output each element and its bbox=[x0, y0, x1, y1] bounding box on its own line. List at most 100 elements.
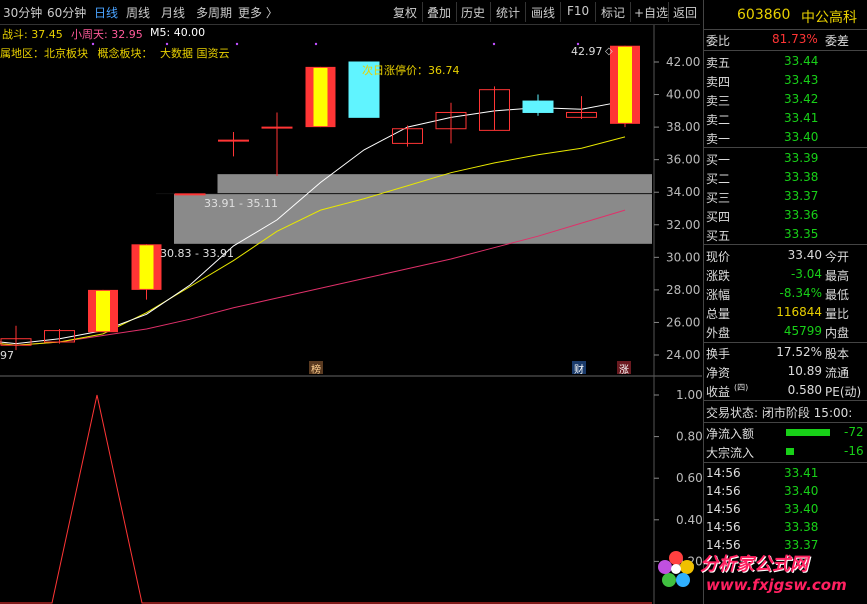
lower-tick-label: 0.40 bbox=[676, 513, 702, 527]
candle-body-inner bbox=[313, 67, 328, 127]
marker-bang-badge[interactable]: 榜 bbox=[309, 361, 323, 376]
stat2-label2: 流通 bbox=[825, 366, 850, 380]
stat-value: -3.04 bbox=[790, 267, 822, 281]
flow-value: -72 bbox=[844, 425, 864, 439]
toolbar-divider bbox=[668, 2, 669, 22]
tab-30min[interactable]: 30分钟 bbox=[3, 4, 42, 21]
toolbar-divider bbox=[490, 2, 491, 22]
divider bbox=[704, 244, 867, 245]
y-tick-label: 32.00 bbox=[666, 218, 700, 232]
flow-bar bbox=[786, 429, 830, 436]
left-edge-value: 97 bbox=[0, 349, 14, 362]
ask-label: 卖四 bbox=[706, 75, 731, 89]
ask-label: 卖五 bbox=[706, 56, 731, 70]
weibi-row: 委比 81.73% 委差 bbox=[704, 31, 867, 50]
bid-price: 33.36 bbox=[784, 208, 819, 222]
kline-chart[interactable]: 24.00 26.00 28.00 30.00 32.00 34.00 36.00 38.00… bbox=[0, 25, 702, 604]
more-menu[interactable]: 更多 〉 bbox=[238, 4, 278, 21]
back-button[interactable]: 返回 bbox=[673, 4, 697, 21]
tick-price: 33.40 bbox=[784, 484, 819, 498]
trade-status-text: 交易状态: 闭市阶段 15:00: bbox=[706, 406, 853, 420]
tick-time: 14:56 bbox=[706, 484, 741, 498]
ask-label: 卖一 bbox=[706, 132, 731, 146]
flow-label: 净流入额 bbox=[706, 427, 755, 441]
stat2-row: 收益 0.580 PE(动) (四) bbox=[704, 382, 867, 401]
stat-label2: 量比 bbox=[825, 307, 850, 321]
y-tick-label: 42.00 bbox=[666, 55, 700, 69]
stat-row: 涨跌 -3.04 最高 bbox=[704, 266, 867, 285]
bid-row: 买五 33.35 bbox=[704, 226, 867, 245]
bid-label: 买四 bbox=[706, 210, 731, 224]
lower-signal-line bbox=[0, 394, 652, 604]
marker-dot bbox=[492, 42, 496, 46]
stat2-row: 换手 17.52% 股本 bbox=[704, 344, 867, 363]
stats-button[interactable]: 统计 bbox=[496, 4, 520, 21]
candle-body-inner bbox=[618, 46, 632, 123]
candle-body-inner bbox=[96, 290, 110, 332]
tab-weekly[interactable]: 周线 bbox=[126, 4, 150, 21]
overlay-button[interactable]: 叠加 bbox=[427, 4, 451, 21]
ask-row: 卖三 33.42 bbox=[704, 91, 867, 110]
ask-label: 卖三 bbox=[706, 94, 731, 108]
bid-row: 买三 33.37 bbox=[704, 188, 867, 207]
ask-row: 卖五 33.44 bbox=[704, 53, 867, 72]
tab-monthly[interactable]: 月线 bbox=[161, 4, 185, 21]
stat-label: 总量 bbox=[706, 307, 731, 321]
tick-time: 14:56 bbox=[706, 520, 741, 534]
tick-price: 33.40 bbox=[784, 502, 819, 516]
weibi-value: 81.73% bbox=[772, 32, 818, 46]
tick-row: 14:56 33.38 bbox=[704, 519, 867, 538]
candle-body bbox=[522, 100, 554, 113]
divider bbox=[704, 342, 867, 343]
ask-row: 卖一 33.40 bbox=[704, 129, 867, 148]
marker-dot bbox=[91, 42, 95, 46]
tab-multi-period[interactable]: 多周期 bbox=[196, 4, 232, 21]
limit-up-price: 次日涨停价：36.74 bbox=[362, 64, 460, 77]
marker-cai-badge[interactable]: 财 bbox=[572, 361, 586, 376]
ask-price: 33.40 bbox=[784, 130, 819, 144]
flow-row: 净流入额 -72 bbox=[704, 424, 867, 443]
bid-price: 33.39 bbox=[784, 151, 819, 165]
candle-body bbox=[218, 139, 249, 142]
tab-daily[interactable]: 日线 bbox=[94, 4, 118, 21]
ask-price: 33.42 bbox=[784, 92, 819, 106]
ask-row: 卖四 33.43 bbox=[704, 72, 867, 91]
bid-price: 33.35 bbox=[784, 227, 819, 241]
flow-row: 大宗流入 -16 bbox=[704, 443, 867, 462]
draw-button[interactable]: 画线 bbox=[531, 4, 555, 21]
zone-upper-label: 33.91 - 35.11 bbox=[204, 197, 278, 210]
ask-price: 33.41 bbox=[784, 111, 819, 125]
mark-button[interactable]: 标记 bbox=[601, 4, 625, 21]
y-tick-label: 40.00 bbox=[666, 88, 700, 102]
stock-name: 中公高科 bbox=[801, 10, 857, 26]
stock-code: 603860 bbox=[737, 7, 791, 23]
history-button[interactable]: 历史 bbox=[461, 4, 485, 21]
bid-label: 买三 bbox=[706, 191, 731, 205]
marker-dot bbox=[235, 42, 239, 46]
toolbar-divider bbox=[630, 2, 631, 22]
tab-60min[interactable]: 60分钟 bbox=[47, 4, 86, 21]
add-watchlist-button[interactable]: +自选 bbox=[634, 4, 668, 21]
tick-row: 14:56 33.40 bbox=[704, 483, 867, 502]
tick-time: 14:56 bbox=[706, 502, 741, 516]
marker-dot bbox=[165, 42, 169, 46]
lower-tick-label: 0.60 bbox=[676, 471, 702, 485]
bid-label: 买一 bbox=[706, 153, 731, 167]
toolbar-divider bbox=[456, 2, 457, 22]
quote-panel: 603860 中公高科 委比 81.73% 委差 卖五 33.44 卖四 33.43 卖… bbox=[703, 0, 867, 604]
f10-button[interactable]: F10 bbox=[567, 4, 589, 18]
stat-value: -8.34% bbox=[779, 286, 822, 300]
stat-row: 涨幅 -8.34% 最低 bbox=[704, 285, 867, 304]
marker-zhang-badge[interactable]: 涨 bbox=[617, 361, 631, 376]
zone-lower-label: 30.83 - 33.91 bbox=[160, 247, 234, 260]
fuquan-button[interactable]: 复权 bbox=[393, 4, 417, 21]
watermark-logo bbox=[656, 548, 696, 592]
stat-label: 外盘 bbox=[706, 326, 731, 340]
bid-row: 买四 33.36 bbox=[704, 207, 867, 226]
lower-tick-label: 1.00 bbox=[676, 388, 702, 402]
divider bbox=[704, 422, 867, 423]
y-tick-label: 38.00 bbox=[666, 120, 700, 134]
y-tick-label: 36.00 bbox=[666, 153, 700, 167]
bid-label: 买五 bbox=[706, 229, 731, 243]
ask-price: 33.44 bbox=[784, 54, 819, 68]
